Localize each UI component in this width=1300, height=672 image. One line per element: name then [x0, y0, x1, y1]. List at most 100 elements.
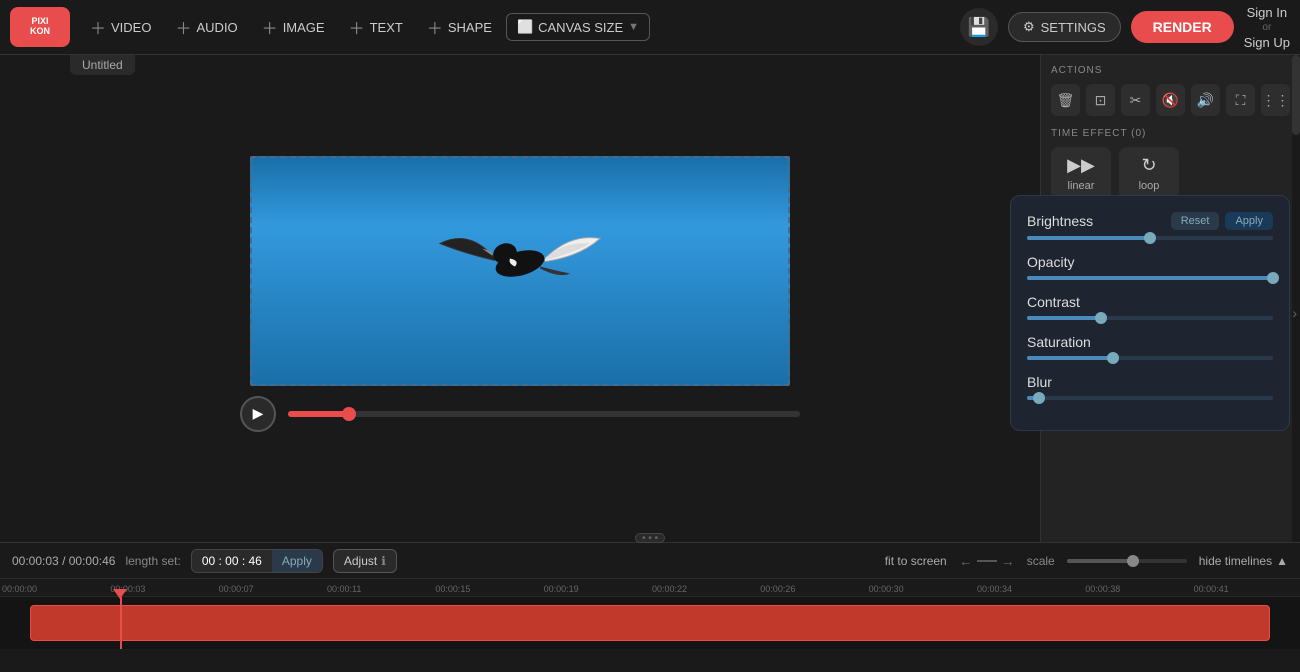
apply-time-button[interactable]: Apply — [272, 550, 322, 572]
bird-illustration — [420, 188, 620, 338]
actions-row: 🗑 ⊡ ✂ 🔇 🔊 ⛶ ⋮⋮ — [1051, 84, 1290, 116]
timeline-track[interactable] — [0, 597, 1300, 649]
crop-action-icon[interactable]: ✂ — [1121, 84, 1150, 116]
brightness-apply-button[interactable]: Apply — [1225, 212, 1273, 230]
effects-panel: Brightness Reset Apply Opacity — [1010, 195, 1290, 431]
project-title[interactable]: Untitled — [70, 55, 135, 75]
blur-row: Blur — [1027, 374, 1273, 400]
progress-fill — [288, 411, 349, 417]
blur-thumb[interactable] — [1033, 392, 1045, 404]
nav-audio[interactable]: ＋ AUDIO — [165, 9, 247, 45]
scale-label: scale — [1027, 554, 1055, 568]
vertical-scrollbar[interactable] — [1292, 55, 1300, 542]
plus-icon: ＋ — [262, 15, 278, 39]
saturation-label: Saturation — [1027, 334, 1091, 350]
opacity-fill — [1027, 276, 1273, 280]
opacity-slider[interactable] — [1027, 276, 1273, 280]
saturation-thumb[interactable] — [1107, 352, 1119, 364]
playhead-triangle — [113, 589, 127, 599]
time-effect-label: TIME EFFECT (0) — [1051, 128, 1290, 139]
app-logo: PIXI KON — [10, 7, 70, 47]
nav-shape[interactable]: ＋ SHAPE — [417, 9, 502, 45]
sign-in-area: Sign In or Sign Up — [1244, 5, 1290, 50]
current-time-display: 00:00:03 / 00:00:46 — [12, 554, 115, 568]
nav-canvas-size[interactable]: ⬜ CANVAS SIZE ▼ — [506, 13, 650, 41]
main-area: ▶ ACTIONS 🗑 ⊡ ✂ 🔇 🔊 ⛶ ⋮⋮ TIME EFFECT (0)… — [0, 55, 1300, 542]
brightness-reset-button[interactable]: Reset — [1171, 212, 1220, 230]
drag-handle[interactable]: • • • — [635, 533, 665, 543]
arrow-right-icon: → — [1001, 553, 1015, 569]
nav-text[interactable]: ＋ TEXT — [339, 9, 413, 45]
scale-thumb[interactable] — [1127, 555, 1139, 567]
mute-action-icon[interactable]: 🔇 — [1156, 84, 1185, 116]
video-clip[interactable] — [30, 605, 1270, 641]
gear-icon: ⚙ — [1023, 19, 1035, 35]
sign-up-link[interactable]: Sign Up — [1244, 35, 1290, 50]
info-icon: ℹ — [381, 554, 386, 568]
copy-action-icon[interactable]: ⊡ — [1086, 84, 1115, 116]
delete-action-icon[interactable]: 🗑 — [1051, 84, 1080, 116]
scale-track[interactable] — [1067, 559, 1187, 563]
nav-video[interactable]: ＋ VIDEO — [80, 9, 161, 45]
playhead-line — [120, 597, 122, 649]
timeline-ruler: 00:00:00 00:00:03 00:00:07 00:00:11 00:0… — [0, 579, 1300, 597]
opacity-label: Opacity — [1027, 254, 1074, 270]
linear-option[interactable]: ▶▶ linear — [1051, 147, 1111, 200]
settings-button[interactable]: ⚙ SETTINGS — [1008, 12, 1121, 42]
time-input[interactable] — [192, 550, 272, 572]
playback-bar: ▶ — [220, 386, 820, 442]
top-navigation: PIXI KON ＋ VIDEO ＋ AUDIO ＋ IMAGE ＋ TEXT … — [0, 0, 1300, 55]
chevron-up-icon: ▲ — [1276, 554, 1288, 568]
contrast-thumb[interactable] — [1095, 312, 1107, 324]
timeline-controls: 00:00:03 / 00:00:46 length set: Apply Ad… — [0, 543, 1300, 579]
adjust-button[interactable]: Adjust ℹ — [333, 549, 397, 573]
ruler-mark-7: 00:00:26 — [758, 584, 866, 594]
plus-icon: ＋ — [349, 15, 365, 39]
brightness-fill — [1027, 236, 1150, 240]
chevron-down-icon: ▼ — [628, 21, 639, 33]
opacity-thumb[interactable] — [1267, 272, 1279, 284]
progress-thumb[interactable] — [342, 407, 356, 421]
plus-icon: ＋ — [427, 15, 443, 39]
loop-option[interactable]: ↻ loop — [1119, 147, 1179, 200]
opacity-row: Opacity — [1027, 254, 1273, 280]
save-button[interactable]: 💾 — [960, 8, 998, 46]
blur-slider[interactable] — [1027, 396, 1273, 400]
plus-icon: ＋ — [175, 15, 191, 39]
volume-action-icon[interactable]: 🔊 — [1191, 84, 1220, 116]
brightness-row: Brightness Reset Apply — [1027, 212, 1273, 240]
render-button[interactable]: RENDER — [1131, 11, 1234, 43]
ruler-mark-0: 00:00:00 — [0, 584, 108, 594]
contrast-row: Contrast — [1027, 294, 1273, 320]
timeline-right-controls: fit to screen ← → scale hide timelines ▲ — [885, 553, 1288, 569]
play-button[interactable]: ▶ — [240, 396, 276, 432]
ruler-mark-3: 00:00:11 — [325, 584, 433, 594]
brightness-label: Brightness — [1027, 213, 1093, 229]
length-set-label: length set: — [125, 554, 180, 568]
sign-in-link[interactable]: Sign In — [1247, 5, 1287, 20]
nav-right: 💾 ⚙ SETTINGS RENDER Sign In or Sign Up — [960, 5, 1290, 50]
fullscreen-action-icon[interactable]: ⛶ — [1226, 84, 1255, 116]
brightness-thumb[interactable] — [1144, 232, 1156, 244]
vscroll-thumb[interactable] — [1292, 55, 1300, 135]
contrast-slider[interactable] — [1027, 316, 1273, 320]
more-action-icon[interactable]: ⋮⋮ — [1261, 84, 1290, 116]
saturation-slider[interactable] — [1027, 356, 1273, 360]
time-input-group: Apply — [191, 549, 323, 573]
hide-timelines-button[interactable]: hide timelines ▲ — [1199, 554, 1288, 568]
nav-items: ＋ VIDEO ＋ AUDIO ＋ IMAGE ＋ TEXT ＋ SHAPE ⬜… — [80, 9, 960, 45]
brightness-slider[interactable] — [1027, 236, 1273, 240]
loop-icon: ↻ — [1141, 155, 1156, 176]
drag-dots-icon: • • • — [642, 533, 658, 544]
arrow-left-icon: ← — [959, 553, 973, 569]
nav-image[interactable]: ＋ IMAGE — [252, 9, 335, 45]
or-text: or — [1262, 22, 1271, 33]
saturation-fill — [1027, 356, 1113, 360]
contrast-label: Contrast — [1027, 294, 1080, 310]
saturation-row: Saturation — [1027, 334, 1273, 360]
ruler-mark-10: 00:00:38 — [1083, 584, 1191, 594]
video-canvas — [250, 156, 790, 386]
fit-to-screen-button[interactable]: fit to screen — [885, 554, 947, 568]
scroll-right-arrow[interactable]: › — [1292, 305, 1297, 321]
progress-track[interactable] — [288, 411, 800, 417]
